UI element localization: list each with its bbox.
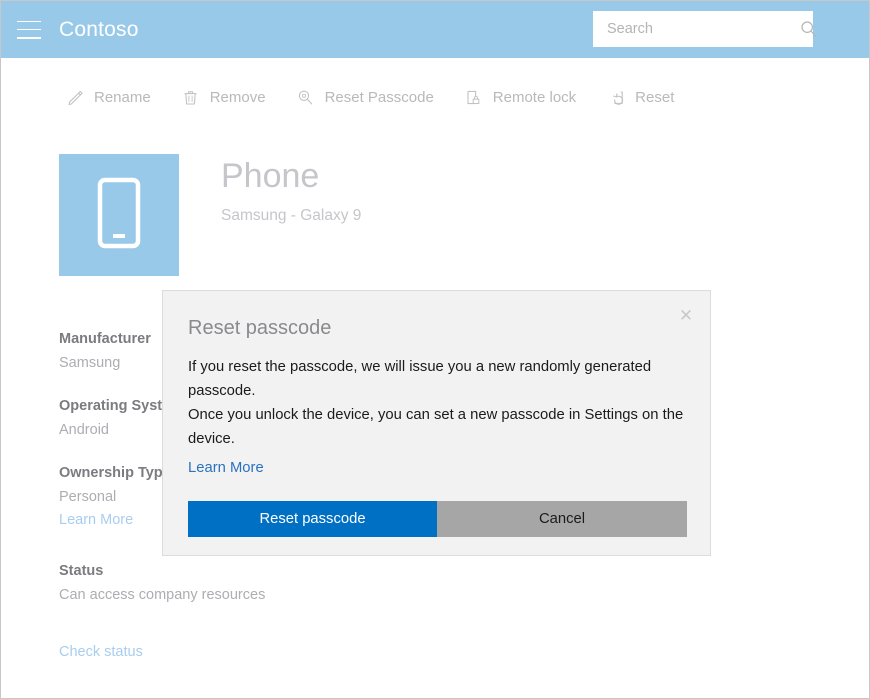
- application-window: Contoso Rename: [0, 0, 870, 699]
- hamburger-menu-icon[interactable]: [17, 21, 41, 39]
- remote-lock-button[interactable]: Remote lock: [464, 87, 576, 107]
- dialog-actions: Reset passcode Cancel: [188, 501, 687, 537]
- rename-button[interactable]: Rename: [65, 87, 151, 107]
- cancel-button[interactable]: Cancel: [437, 501, 687, 537]
- pencil-icon: [65, 87, 85, 107]
- remote-lock-button-label: Remote lock: [493, 89, 576, 106]
- reset-button-label: Reset: [635, 89, 674, 106]
- reset-button[interactable]: Reset: [606, 87, 674, 107]
- device-name: Phone: [221, 154, 641, 198]
- reset-passcode-confirm-button[interactable]: Reset passcode: [188, 501, 437, 537]
- phone-icon: [88, 174, 150, 257]
- device-model: Samsung - Galaxy 9: [221, 207, 641, 225]
- dialog-body: If you reset the passcode, we will issue…: [188, 355, 688, 480]
- dialog-paragraph-1: If you reset the passcode, we will issue…: [188, 355, 688, 403]
- rename-button-label: Rename: [94, 89, 151, 106]
- dialog-learn-more-link[interactable]: Learn More: [188, 456, 264, 480]
- dialog-paragraph-2: Once you unlock the device, you can set …: [188, 403, 688, 451]
- app-header: Contoso: [1, 1, 870, 58]
- close-icon[interactable]: ✕: [672, 301, 700, 329]
- device-tile: [59, 154, 179, 276]
- magnifier-key-icon: [296, 87, 316, 107]
- reset-passcode-button[interactable]: Reset Passcode: [296, 87, 434, 107]
- trash-icon: [181, 87, 201, 107]
- reset-passcode-button-label: Reset Passcode: [325, 89, 434, 106]
- field-label: Status: [59, 561, 359, 582]
- device-refresh-icon: [606, 87, 626, 107]
- command-toolbar: Rename Remove: [1, 58, 870, 136]
- dialog-title: Reset passcode: [188, 317, 331, 340]
- field-value: Can access company resources: [59, 584, 359, 606]
- search-input[interactable]: [605, 10, 796, 48]
- device-text-block: Phone Samsung - Galaxy 9: [221, 154, 641, 225]
- brand-title: Contoso: [59, 18, 139, 42]
- device-lock-icon: [464, 87, 484, 107]
- device-summary: Phone Samsung - Galaxy 9: [59, 154, 179, 276]
- search-box[interactable]: [593, 11, 813, 47]
- field-status: Status Can access company resources: [59, 561, 359, 606]
- remove-button[interactable]: Remove: [181, 87, 266, 107]
- search-icon[interactable]: [796, 16, 822, 42]
- check-status-link[interactable]: Check status: [59, 644, 143, 660]
- reset-passcode-dialog: ✕ Reset passcode If you reset the passco…: [162, 290, 711, 556]
- remove-button-label: Remove: [210, 89, 266, 106]
